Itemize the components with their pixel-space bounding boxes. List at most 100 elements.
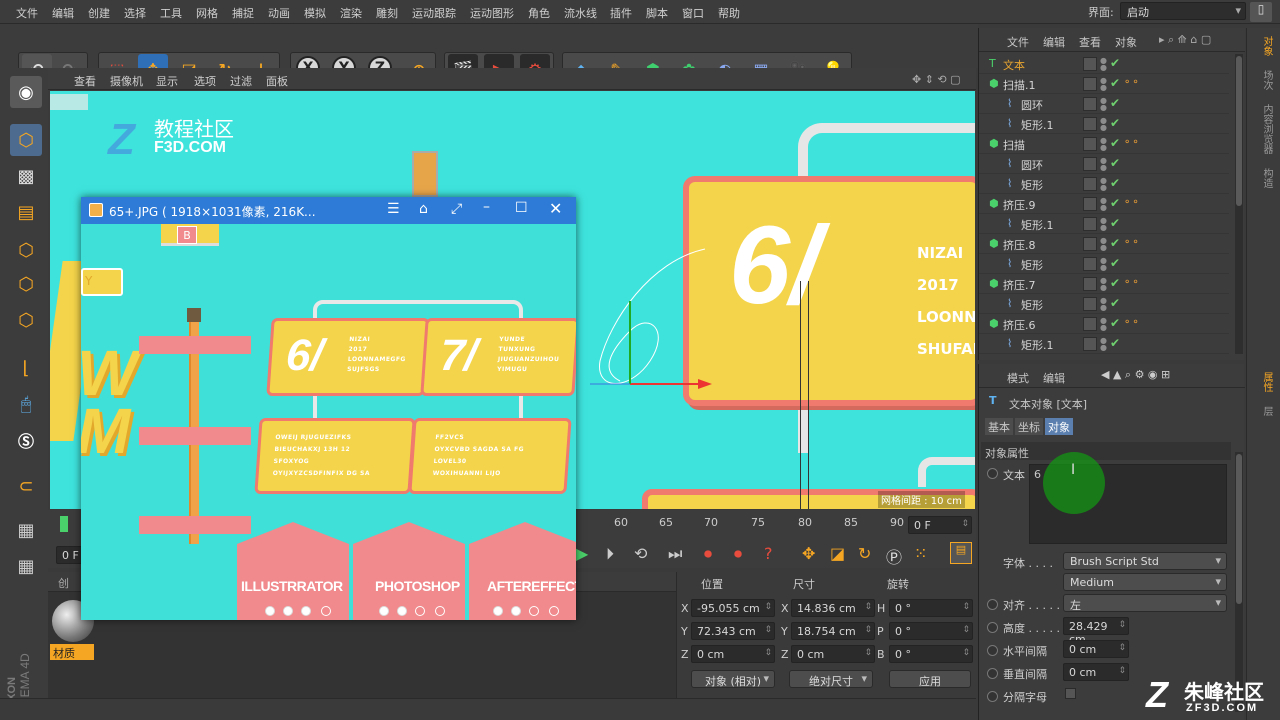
object-row[interactable]: ⌇ 矩形.1 ● ● ✔	[979, 214, 1229, 234]
maximize-icon[interactable]: ☐	[515, 200, 528, 216]
workplane-icon[interactable]: ▤	[10, 196, 42, 228]
menu-icon[interactable]: ☰	[387, 201, 400, 217]
visibility-dots-icon[interactable]: ● ●	[1100, 177, 1110, 192]
visibility-dots-icon[interactable]: ● ●	[1100, 337, 1110, 352]
om-menu-edit[interactable]: 编辑	[1043, 34, 1065, 50]
menu-mesh[interactable]: 网格	[196, 5, 218, 21]
enable-check-icon[interactable]: ✔	[1110, 156, 1120, 170]
polygons-mode-icon[interactable]: ⬡	[10, 304, 42, 336]
visibility-dots-icon[interactable]: ● ●	[1100, 317, 1110, 332]
visibility-dots-icon[interactable]: ● ●	[1100, 257, 1110, 272]
keyframe-help-icon[interactable]: ?	[764, 544, 773, 563]
next-frame-icon[interactable]: ⏵	[606, 544, 614, 564]
viewport-menu-view[interactable]: 查看	[74, 73, 96, 89]
snap-icon[interactable]: ⊂	[10, 470, 42, 502]
visibility-dots-icon[interactable]: ● ●	[1100, 77, 1110, 92]
rot-b-field[interactable]: 0 °	[889, 645, 973, 663]
size-z-field[interactable]: 0 cm	[791, 645, 875, 663]
visibility-dots-icon[interactable]: ● ●	[1100, 157, 1110, 172]
interface-select[interactable]: 启动	[1120, 2, 1246, 20]
object-row[interactable]: T 文本 ● ● ✔	[979, 54, 1229, 74]
visibility-dots-icon[interactable]: ● ●	[1100, 217, 1110, 232]
pin-icon[interactable]: ⌂	[419, 201, 428, 217]
layer-box[interactable]	[1083, 317, 1097, 331]
points-mode-icon[interactable]: ⬡	[10, 234, 42, 266]
menu-mograph[interactable]: 运动图形	[470, 5, 514, 21]
vspace-radio[interactable]	[987, 668, 998, 679]
tag-icon[interactable]: ⚬⚬	[1123, 237, 1140, 248]
key-pla-icon[interactable]: ⁙	[914, 544, 927, 563]
menu-motion-tracking[interactable]: 运动跟踪	[412, 5, 456, 21]
font-select[interactable]: Brush Script Std	[1063, 552, 1227, 570]
close-icon[interactable]: ✕	[549, 199, 562, 218]
layer-box[interactable]	[1083, 257, 1097, 271]
record-icon[interactable]: ⏺	[704, 544, 712, 564]
planar-workplane-icon[interactable]: ▦	[10, 550, 42, 582]
coord-mode-select[interactable]: 对象 (相对)	[691, 670, 775, 688]
enable-check-icon[interactable]: ✔	[1110, 336, 1120, 350]
text-anim-radio[interactable]	[987, 468, 998, 479]
menu-snap[interactable]: 捕捉	[232, 5, 254, 21]
layer-box[interactable]	[1083, 197, 1097, 211]
object-row[interactable]: ⬢ 挤压.9 ● ● ✔ ⚬⚬	[979, 194, 1229, 214]
am-menu-mode[interactable]: 模式	[1007, 370, 1029, 386]
layer-box[interactable]	[1083, 157, 1097, 171]
visibility-dots-icon[interactable]: ● ●	[1100, 117, 1110, 132]
viewport-menu-filter[interactable]: 过滤	[230, 73, 252, 89]
layer-box[interactable]	[1083, 277, 1097, 291]
size-mode-select[interactable]: 绝对尺寸	[789, 670, 873, 688]
enable-check-icon[interactable]: ✔	[1110, 96, 1120, 110]
layer-box[interactable]	[1083, 217, 1097, 231]
rot-h-field[interactable]: 0 °	[889, 599, 973, 617]
om-menu-objects[interactable]: 对象	[1115, 34, 1137, 50]
visibility-dots-icon[interactable]: ● ●	[1100, 277, 1110, 292]
menu-tools[interactable]: 工具	[160, 5, 182, 21]
menu-simulate[interactable]: 模拟	[304, 5, 326, 21]
object-row[interactable]: ⌇ 矩形 ● ● ✔	[979, 254, 1229, 274]
tab-object[interactable]: 对象	[1045, 418, 1073, 435]
layer-box[interactable]	[1083, 237, 1097, 251]
key-rotate-icon[interactable]: ↻	[858, 544, 871, 563]
frame-end-field[interactable]: 0 F	[908, 516, 972, 534]
visibility-dots-icon[interactable]: ● ●	[1100, 297, 1110, 312]
enable-check-icon[interactable]: ✔	[1110, 256, 1120, 270]
height-radio[interactable]	[987, 622, 998, 633]
axis-mode-icon[interactable]: ⌊	[10, 352, 42, 384]
object-row[interactable]: ⬢ 扫描 ● ● ✔ ⚬⚬	[979, 134, 1229, 154]
viewport-menu-display[interactable]: 显示	[156, 73, 178, 89]
texture-mode-icon[interactable]: ▩	[10, 160, 42, 192]
menu-sculpt[interactable]: 雕刻	[376, 5, 398, 21]
am-scrollbar[interactable]	[1235, 452, 1243, 712]
font-style-select[interactable]: Medium	[1063, 573, 1227, 591]
enable-check-icon[interactable]: ✔	[1110, 136, 1120, 150]
enable-check-icon[interactable]: ✔	[1110, 116, 1120, 130]
rot-p-field[interactable]: 0 °	[889, 622, 973, 640]
layer-box[interactable]	[1083, 57, 1097, 71]
goto-end-icon[interactable]: ⏭	[668, 544, 682, 564]
object-row[interactable]: ⬢ 挤压.7 ● ● ✔ ⚬⚬	[979, 274, 1229, 294]
pos-y-field[interactable]: 72.343 cm	[691, 622, 775, 640]
menu-animate[interactable]: 动画	[268, 5, 290, 21]
om-search-icon[interactable]: ▸ ⌕ ⟰ ⌂ ▢	[1159, 33, 1211, 47]
solo-icon[interactable]: Ⓢ	[10, 424, 42, 456]
viewport-nav-icons[interactable]: ✥ ⇕ ⟲ ▢	[912, 73, 961, 86]
tab-structure-vertical[interactable]: 构造	[1252, 168, 1274, 188]
object-row[interactable]: ⌇ 矩形 ● ● ✔	[979, 294, 1229, 314]
om-scrollbar[interactable]	[1235, 54, 1243, 354]
separate-radio[interactable]	[987, 691, 998, 702]
object-row[interactable]: ⌇ 圆环 ● ● ✔	[979, 94, 1229, 114]
pos-z-field[interactable]: 0 cm	[691, 645, 775, 663]
menu-select[interactable]: 选择	[124, 5, 146, 21]
visibility-dots-icon[interactable]: ● ●	[1100, 97, 1110, 112]
vspace-field[interactable]: 0 cm	[1063, 663, 1129, 681]
om-menu-view[interactable]: 查看	[1079, 34, 1101, 50]
play-icon[interactable]: ▶	[576, 544, 588, 563]
layer-box[interactable]	[1083, 117, 1097, 131]
menu-script[interactable]: 脚本	[646, 5, 668, 21]
enable-check-icon[interactable]: ✔	[1110, 56, 1120, 70]
size-y-field[interactable]: 18.754 cm	[791, 622, 875, 640]
apply-button[interactable]: 应用	[889, 670, 971, 688]
lock-workplane-icon[interactable]: ▦	[10, 514, 42, 546]
am-nav-icons[interactable]: ◀ ▲ ⌕ ⚙ ◉ ⊞	[1101, 368, 1170, 382]
tag-icon[interactable]: ⚬⚬	[1123, 197, 1140, 208]
